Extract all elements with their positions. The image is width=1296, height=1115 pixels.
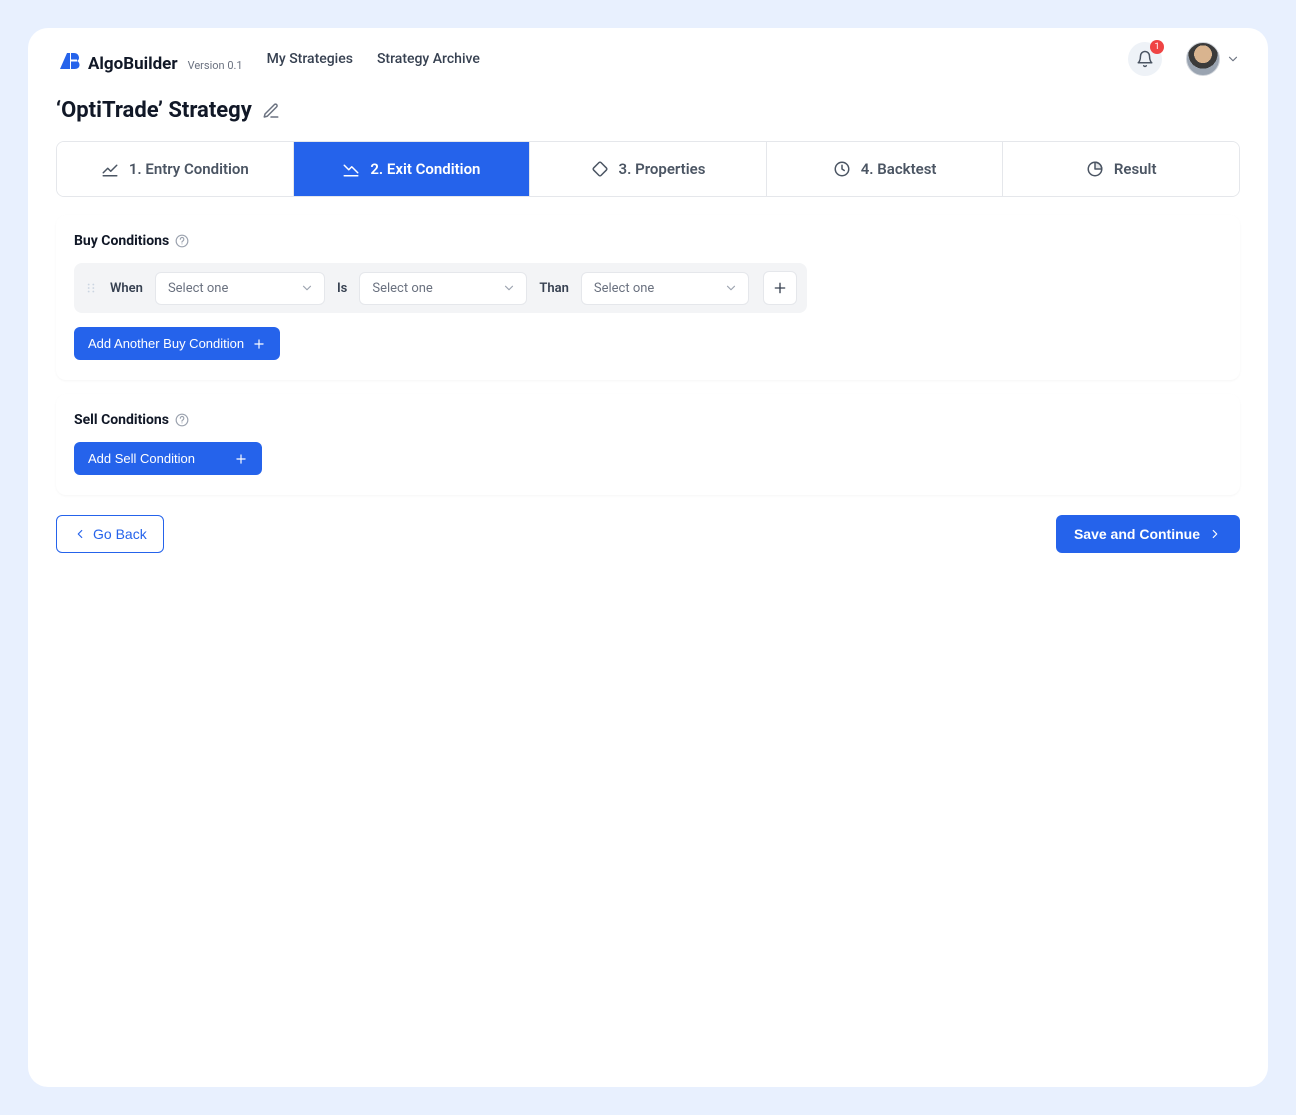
chevron-left-icon bbox=[73, 527, 87, 541]
chevron-down-icon bbox=[300, 281, 314, 295]
button-label: Save and Continue bbox=[1074, 526, 1200, 542]
select-value: Select one bbox=[372, 281, 432, 296]
add-sell-condition-button[interactable]: Add Sell Condition bbox=[74, 442, 262, 475]
logo[interactable]: AlgoBuilder Version 0.1 bbox=[56, 45, 243, 74]
button-label: Go Back bbox=[93, 526, 147, 542]
button-label: Add Sell Condition bbox=[88, 451, 195, 466]
plus-icon bbox=[234, 452, 248, 466]
app-window: AlgoBuilder Version 0.1 My Strategies St… bbox=[28, 28, 1268, 1087]
tab-entry-condition[interactable]: 1. Entry Condition bbox=[57, 142, 294, 196]
select-value: Select one bbox=[594, 281, 654, 296]
button-label: Add Another Buy Condition bbox=[88, 336, 244, 351]
avatar bbox=[1186, 42, 1220, 76]
tab-backtest[interactable]: 4. Backtest bbox=[767, 142, 1004, 196]
notification-badge: 1 bbox=[1150, 40, 1164, 54]
title-row: ‘OptiTrade’ Strategy bbox=[56, 98, 1240, 123]
sell-conditions-title: Sell Conditions bbox=[74, 412, 169, 428]
is-select[interactable]: Select one bbox=[359, 272, 527, 305]
drag-handle-icon[interactable] bbox=[84, 281, 98, 295]
topbar: AlgoBuilder Version 0.1 My Strategies St… bbox=[28, 28, 1268, 76]
plus-icon bbox=[252, 337, 266, 351]
tab-label: 4. Backtest bbox=[861, 160, 937, 178]
edit-title-button[interactable] bbox=[262, 102, 280, 120]
tab-properties[interactable]: 3. Properties bbox=[530, 142, 767, 196]
help-icon[interactable] bbox=[175, 234, 189, 248]
sell-conditions-panel: Sell Conditions Add Sell Condition bbox=[56, 394, 1240, 495]
go-back-button[interactable]: Go Back bbox=[56, 515, 164, 553]
tab-label: 1. Entry Condition bbox=[129, 160, 249, 178]
tab-label: 3. Properties bbox=[619, 160, 706, 178]
chevron-down-icon bbox=[1226, 52, 1240, 66]
buy-condition-row: When Select one Is Select one Than Selec… bbox=[74, 263, 807, 313]
than-select[interactable]: Select one bbox=[581, 272, 749, 305]
nav-strategy-archive[interactable]: Strategy Archive bbox=[377, 51, 480, 67]
account-menu[interactable] bbox=[1186, 42, 1240, 76]
notifications-button[interactable]: 1 bbox=[1128, 42, 1162, 76]
add-condition-inline-button[interactable] bbox=[763, 271, 797, 305]
when-label: When bbox=[110, 281, 143, 296]
chevron-down-icon bbox=[502, 281, 516, 295]
than-label: Than bbox=[539, 281, 569, 296]
chevron-right-icon bbox=[1208, 527, 1222, 541]
help-icon[interactable] bbox=[175, 413, 189, 427]
footer-actions: Go Back Save and Continue bbox=[56, 515, 1240, 553]
app-name: AlgoBuilder bbox=[88, 54, 178, 74]
when-select[interactable]: Select one bbox=[155, 272, 325, 305]
tab-label: Result bbox=[1114, 160, 1157, 178]
page-title: ‘OptiTrade’ Strategy bbox=[56, 98, 252, 123]
add-another-buy-condition-button[interactable]: Add Another Buy Condition bbox=[74, 327, 280, 360]
save-and-continue-button[interactable]: Save and Continue bbox=[1056, 515, 1240, 553]
tab-result[interactable]: Result bbox=[1003, 142, 1239, 196]
content: ‘OptiTrade’ Strategy 1. Entry Condition … bbox=[28, 76, 1268, 1087]
nav-my-strategies[interactable]: My Strategies bbox=[267, 51, 353, 67]
chevron-down-icon bbox=[724, 281, 738, 295]
wizard-tabs: 1. Entry Condition 2. Exit Condition 3. … bbox=[56, 141, 1240, 197]
buy-conditions-title: Buy Conditions bbox=[74, 233, 169, 249]
bell-icon bbox=[1136, 50, 1154, 68]
tab-label: 2. Exit Condition bbox=[370, 160, 480, 178]
select-value: Select one bbox=[168, 281, 228, 296]
is-label: Is bbox=[337, 281, 347, 296]
version-label: Version 0.1 bbox=[188, 59, 243, 72]
tab-exit-condition[interactable]: 2. Exit Condition bbox=[294, 142, 531, 196]
logo-mark-icon bbox=[56, 49, 80, 73]
buy-conditions-panel: Buy Conditions When Select one Is Select… bbox=[56, 215, 1240, 380]
